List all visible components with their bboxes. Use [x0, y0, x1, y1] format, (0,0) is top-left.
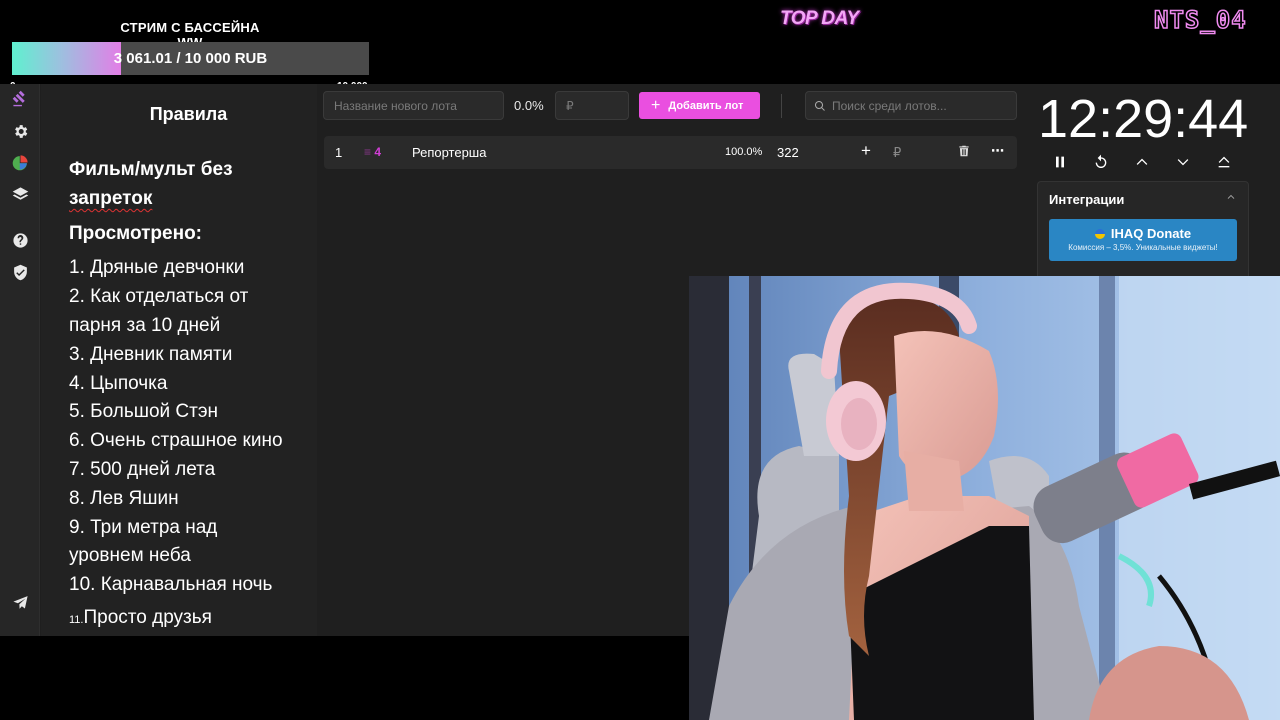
- timer-display: 12:29:44: [1038, 89, 1249, 149]
- lot-badge: ≡ 4: [364, 145, 382, 159]
- new-lot-percent: 0.0%: [514, 98, 544, 113]
- top-day-label: TOP DAY: [780, 8, 859, 29]
- gear-icon[interactable]: [10, 121, 30, 141]
- trash-icon[interactable]: [957, 144, 971, 161]
- plus-icon: +: [651, 96, 661, 114]
- lot-index: 1: [335, 145, 343, 160]
- auction-icon[interactable]: [10, 88, 30, 108]
- integrations-panel: Интеграции IHAQ Donate Комиссия – 3,5%. …: [1037, 181, 1249, 291]
- chevron-down-icon[interactable]: [1173, 152, 1193, 172]
- lot-amount-input[interactable]: ₽: [555, 91, 629, 120]
- toolbar-divider: [781, 94, 782, 118]
- lot-row[interactable]: 1 ≡ 4 Репортерша 100.0% 322 + ₽ ⋯: [324, 136, 1017, 169]
- donation-goal-amount: 3 061.01 / 10 000 RUB: [113, 50, 268, 67]
- sidebar: [0, 84, 40, 636]
- shield-icon[interactable]: [10, 262, 30, 282]
- watched-item: 1. Дряные девчонки: [69, 257, 245, 279]
- telegram-icon[interactable]: [10, 592, 30, 612]
- donate-subtitle: Комиссия – 3,5%. Уникальные виджеты!: [1068, 243, 1218, 252]
- watched-item-number: 11.: [69, 613, 84, 626]
- chevron-up-icon[interactable]: [1226, 192, 1236, 202]
- lot-currency: ₽: [893, 145, 902, 160]
- rules-panel: Правила Фильм/мульт без запреток Просмот…: [41, 84, 317, 636]
- watched-heading: Просмотрено:: [69, 222, 203, 244]
- ukraine-flag-icon: [1094, 229, 1105, 239]
- lot-search-input[interactable]: Поиск среди лотов...: [805, 91, 1017, 120]
- help-icon[interactable]: [10, 230, 30, 250]
- pie-chart-icon[interactable]: [10, 152, 30, 172]
- streamer-nickname: NTS_04: [1153, 5, 1247, 35]
- search-placeholder: Поиск среди лотов...: [832, 99, 947, 113]
- watched-item: 2. Как отделаться от: [69, 286, 249, 308]
- rules-title: Правила: [149, 104, 228, 124]
- watched-item: уровнем неба: [69, 545, 191, 567]
- lot-name-input[interactable]: Название нового лота: [323, 91, 504, 120]
- watched-item: 7. 500 дней лета: [69, 458, 216, 480]
- add-lot-label: Добавить лот: [668, 99, 744, 112]
- lot-percent: 100.0%: [725, 146, 763, 158]
- rules-heading-2: запреток: [69, 187, 153, 209]
- watched-item: 10. Карнавальная ночь: [69, 574, 273, 596]
- watched-item: 9. Три метра над: [69, 516, 218, 538]
- rules-heading: Фильм/мульт без: [69, 159, 233, 180]
- webcam-image: [689, 276, 1280, 720]
- layers-icon[interactable]: [10, 184, 30, 204]
- search-icon: [814, 100, 825, 111]
- add-lot-button[interactable]: + Добавить лот: [639, 92, 760, 119]
- more-icon[interactable]: ⋯: [991, 143, 1004, 159]
- pause-icon[interactable]: [1050, 152, 1070, 172]
- double-chevron-up-icon[interactable]: [1214, 152, 1234, 172]
- watched-item: 3. Дневник памяти: [69, 343, 233, 365]
- webcam-feed: [689, 276, 1280, 720]
- plus-icon[interactable]: +: [861, 141, 871, 161]
- watched-item: 5. Большой Стэн: [69, 401, 219, 423]
- lot-name: Репортерша: [412, 145, 487, 160]
- watched-item: 4. Цыпочка: [69, 372, 168, 394]
- watched-item: 8. Лев Яшин: [69, 487, 179, 509]
- watched-item: 6. Очень страшное кино: [69, 430, 283, 452]
- reset-icon[interactable]: [1091, 152, 1111, 172]
- integrations-title: Интеграции: [1049, 192, 1125, 207]
- ihaq-donate-button[interactable]: IHAQ Donate Комиссия – 3,5%. Уникальные …: [1049, 219, 1237, 261]
- chevron-up-icon[interactable]: [1132, 152, 1152, 172]
- donate-title: IHAQ Donate: [1110, 226, 1192, 241]
- watched-item: Просто друзья: [83, 606, 212, 628]
- donation-goal-bar: 3 061.01 / 10 000 RUB: [12, 42, 369, 75]
- watched-item: парня за 10 дней: [69, 314, 221, 336]
- lot-amount: 322: [777, 145, 799, 160]
- rules-text: Фильм/мульт без запреток Просмотрено: 1.…: [69, 156, 319, 635]
